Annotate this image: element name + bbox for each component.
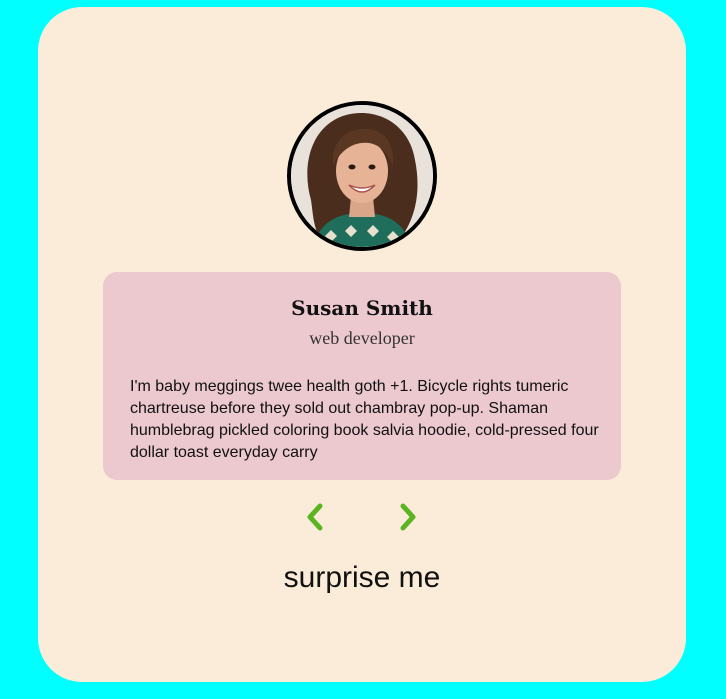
person-bio: I'm baby meggings twee health goth +1. B… <box>130 378 599 461</box>
prev-button[interactable] <box>303 502 327 532</box>
next-button[interactable] <box>396 502 420 532</box>
review-card: Susan Smith web developer I'm baby meggi… <box>38 7 686 682</box>
chevron-left-icon <box>307 503 323 531</box>
person-name: Susan Smith <box>291 296 433 320</box>
avatar <box>287 101 437 251</box>
review-info-panel: Susan Smith web developer I'm baby meggi… <box>103 272 621 480</box>
surprise-me-button[interactable]: surprise me <box>38 561 686 595</box>
avatar-photo <box>291 105 433 247</box>
chevron-right-icon <box>400 503 416 531</box>
person-job: web developer <box>309 328 415 348</box>
